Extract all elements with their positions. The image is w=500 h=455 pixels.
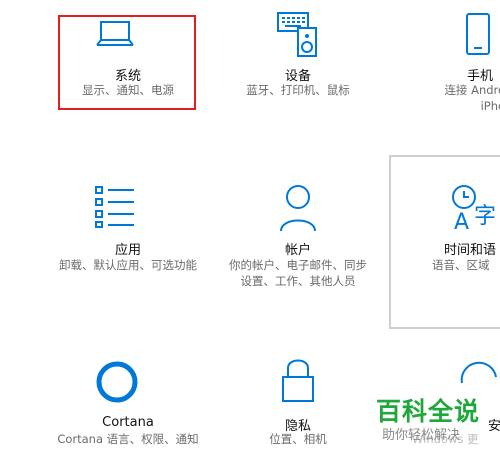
tile-title: Cortana	[102, 415, 154, 430]
watermark: 百科全说 助你轻松解决	[370, 388, 500, 448]
tile-desc: 连接 Android iPhone	[444, 83, 500, 113]
tile-system[interactable]: 系统 显示、通知、电源	[40, 0, 216, 110]
tile-desc: 蓝牙、打印机、鼠标	[246, 83, 350, 97]
laptop-icon	[96, 21, 134, 46]
apps-list-icon	[95, 186, 134, 228]
tile-title: 应用	[114, 243, 141, 258]
watermark-brand: 百科全说	[376, 397, 481, 426]
svg-text:A: A	[454, 210, 469, 233]
tile-time-language[interactable]: A 字 时间和语 语音、区域	[410, 175, 500, 295]
time-language-icon: A 字	[452, 185, 496, 233]
tile-desc: 语音、区域	[432, 258, 490, 272]
tile-desc: Cortana 语言、权限、通知	[57, 432, 199, 446]
svg-text:字: 字	[474, 204, 496, 229]
tile-desc: 你的帐户、电子邮件、同步 设置、工作、其他人员	[229, 258, 367, 288]
tile-privacy[interactable]: 隐私 位置、相机	[210, 355, 386, 455]
tile-apps[interactable]: 应用 卸载、默认应用、可选功能	[40, 175, 216, 285]
tile-desc: 显示、通知、电源	[82, 83, 174, 97]
watermark-tagline: 助你轻松解决	[382, 428, 461, 443]
tile-cortana[interactable]: Cortana Cortana 语言、权限、通知	[40, 355, 216, 455]
tile-desc: 位置、相机	[269, 432, 327, 446]
cortana-ring-icon	[96, 361, 138, 403]
phone-icon	[466, 13, 490, 55]
lock-icon	[282, 359, 314, 402]
devices-icon	[277, 12, 317, 57]
tile-title: 时间和语	[444, 243, 497, 258]
tile-title: 帐户	[284, 243, 311, 258]
tile-devices[interactable]: 设备 蓝牙、打印机、鼠标	[210, 0, 386, 110]
person-icon	[280, 185, 316, 232]
tile-accounts[interactable]: 帐户 你的帐户、电子邮件、同步 设置、工作、其他人员	[210, 175, 386, 295]
tile-desc: 卸载、默认应用、可选功能	[59, 258, 197, 272]
tile-phone[interactable]: 手机 连接 Android iPhone	[400, 0, 500, 120]
